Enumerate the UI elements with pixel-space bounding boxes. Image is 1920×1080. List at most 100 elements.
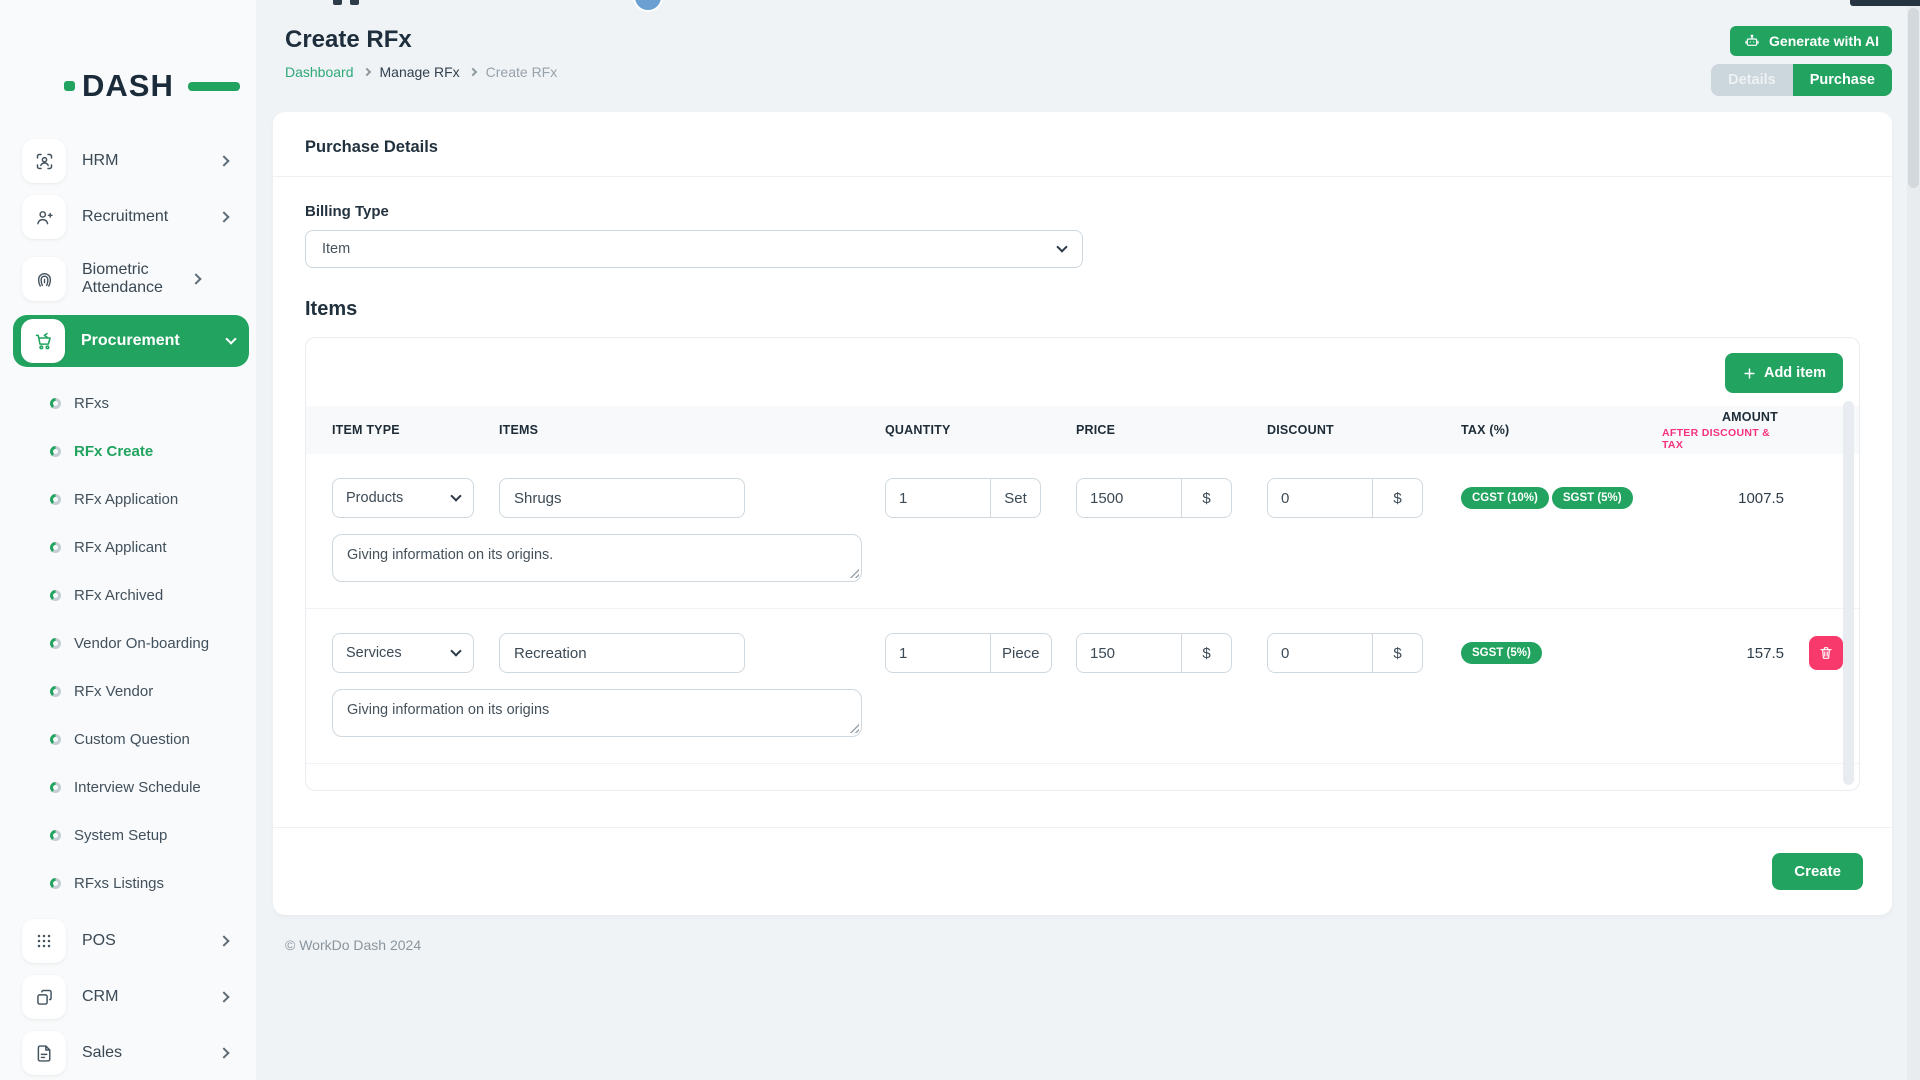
chevron-right-icon xyxy=(218,935,229,946)
sidebar-item-label: Procurement xyxy=(81,332,227,350)
sidebar-item-biometric-attendance[interactable]: Biometric Attendance xyxy=(22,251,242,307)
quantity-input[interactable] xyxy=(886,479,990,517)
tab-purchase[interactable]: Purchase xyxy=(1793,64,1892,96)
items-table-scrollbar[interactable] xyxy=(1843,401,1854,785)
sidebar-subitem-vendor-onboarding[interactable]: Vendor On-boarding xyxy=(22,619,242,667)
sidebar-subitem-rfx-vendor[interactable]: RFx Vendor xyxy=(22,667,242,715)
chevron-right-icon xyxy=(218,1047,229,1058)
bullet-icon xyxy=(50,446,61,457)
bullet-icon xyxy=(50,878,61,889)
trash-icon xyxy=(1818,645,1834,661)
breadcrumb-dashboard-link[interactable]: Dashboard xyxy=(285,64,354,80)
tax-badge: SGST (5%) xyxy=(1461,642,1542,664)
bullet-icon xyxy=(50,782,61,793)
copyright-text: © WorkDo Dash 2024 xyxy=(285,937,1892,973)
delete-item-button[interactable] xyxy=(1809,636,1843,670)
sidebar-item-pos[interactable]: POS xyxy=(22,919,242,963)
items-table-container: Add item ITEM TYPE ITEMS QUANTITY PRICE … xyxy=(305,337,1860,791)
price-input[interactable] xyxy=(1077,479,1181,517)
page-header: Create RFx Dashboard Manage RFx Create R… xyxy=(273,26,1892,96)
user-scan-icon xyxy=(22,139,66,183)
sidebar-subitem-interview-schedule[interactable]: Interview Schedule xyxy=(22,763,242,811)
tax-badge: SGST (5%) xyxy=(1552,487,1633,509)
sidebar-subitem-system-setup[interactable]: System Setup xyxy=(22,811,242,859)
column-header-discount: DISCOUNT xyxy=(1267,423,1461,437)
bullet-icon xyxy=(50,830,61,841)
breadcrumb: Dashboard Manage RFx Create RFx xyxy=(285,64,557,80)
bullet-icon xyxy=(50,542,61,553)
sidebar-subitem-rfx-application[interactable]: RFx Application xyxy=(22,475,242,523)
item-type-select[interactable]: Products xyxy=(332,478,474,518)
sidebar-subitem-rfx-create[interactable]: RFx Create xyxy=(22,427,242,475)
sidebar-item-label: CRM xyxy=(82,988,220,1006)
bullet-icon xyxy=(50,734,61,745)
chevron-right-icon xyxy=(468,68,476,76)
chevron-right-icon xyxy=(218,155,229,166)
logo-text: DASH xyxy=(82,70,174,101)
column-header-quantity: QUANTITY xyxy=(885,423,1076,437)
sidebar-item-procurement[interactable]: Procurement xyxy=(13,315,249,367)
sidebar-item-sales[interactable]: Sales xyxy=(22,1031,242,1075)
bullet-icon xyxy=(50,686,61,697)
sidebar-subitem-rfx-applicant[interactable]: RFx Applicant xyxy=(22,523,242,571)
billing-type-select[interactable]: Item xyxy=(305,230,1083,268)
price-input[interactable] xyxy=(1077,634,1181,672)
currency-suffix: $ xyxy=(1181,634,1231,672)
generate-with-ai-button[interactable]: Generate with AI xyxy=(1730,26,1892,56)
sidebar-item-recruitment[interactable]: Recruitment xyxy=(22,195,242,239)
discount-input[interactable] xyxy=(1268,479,1372,517)
amount-subheader: AFTER DISCOUNT & TAX xyxy=(1662,427,1792,451)
sidebar: DASH HRM Recruitment xyxy=(0,0,256,1080)
item-description-textarea[interactable]: Giving information on its origins xyxy=(332,689,862,737)
item-description-textarea[interactable]: Giving information on its origins. xyxy=(332,534,862,582)
add-item-button[interactable]: Add item xyxy=(1725,353,1843,393)
tab-details[interactable]: Details xyxy=(1711,64,1793,96)
item-row: Services Piece xyxy=(306,609,1859,764)
unit-suffix: Piece xyxy=(990,634,1051,672)
item-type-select[interactable]: Services xyxy=(332,633,474,673)
chevron-right-icon xyxy=(190,273,201,284)
currency-suffix: $ xyxy=(1372,634,1422,672)
discount-input[interactable] xyxy=(1268,634,1372,672)
window-scrollbar-thumb[interactable] xyxy=(1908,8,1919,188)
column-header-items: ITEMS xyxy=(499,423,885,437)
item-row: Products Set xyxy=(306,454,1859,609)
sidebar-item-hrm[interactable]: HRM xyxy=(22,139,242,183)
amount-value: 1007.5 xyxy=(1662,490,1792,507)
item-name-input[interactable] xyxy=(499,633,745,673)
sidebar-subitem-custom-question[interactable]: Custom Question xyxy=(22,715,242,763)
app-logo[interactable]: DASH xyxy=(64,70,204,101)
header-actions: Generate with AI Details Purchase xyxy=(1711,26,1892,96)
bullet-icon xyxy=(50,590,61,601)
main-content: Create RFx Dashboard Manage RFx Create R… xyxy=(256,0,1920,973)
window-scrollbar[interactable] xyxy=(1907,0,1920,1080)
create-button[interactable]: Create xyxy=(1772,853,1863,890)
card-title: Purchase Details xyxy=(273,112,1892,177)
procurement-submenu: RFxs RFx Create RFx Application RFx Appl… xyxy=(22,379,242,907)
column-header-price: PRICE xyxy=(1076,423,1267,437)
breadcrumb-current: Create RFx xyxy=(486,64,558,80)
discount-input-group: $ xyxy=(1267,633,1423,673)
quantity-input[interactable] xyxy=(886,634,990,672)
chevron-right-icon xyxy=(218,991,229,1002)
bullet-icon xyxy=(50,398,61,409)
plus-icon xyxy=(1742,366,1757,381)
user-plus-icon xyxy=(22,195,66,239)
column-header-tax: TAX (%) xyxy=(1461,423,1662,437)
chevron-down-icon xyxy=(450,645,461,656)
sidebar-item-crm[interactable]: CRM xyxy=(22,975,242,1019)
sidebar-subitem-rfxs[interactable]: RFxs xyxy=(22,379,242,427)
breadcrumb-manage-rfx-link[interactable]: Manage RFx xyxy=(380,64,460,80)
bullet-icon xyxy=(50,638,61,649)
sidebar-subitem-rfx-archived[interactable]: RFx Archived xyxy=(22,571,242,619)
topbar-cutoff-marks xyxy=(333,0,359,5)
sidebar-item-label: Sales xyxy=(82,1044,220,1062)
item-name-input[interactable] xyxy=(499,478,745,518)
sidebar-subitem-rfxs-listings[interactable]: RFxs Listings xyxy=(22,859,242,907)
column-header-amount: AMOUNT AFTER DISCOUNT & TAX xyxy=(1662,410,1792,451)
grid-dots-icon xyxy=(22,919,66,963)
price-input-group: $ xyxy=(1076,633,1232,673)
currency-suffix: $ xyxy=(1372,479,1422,517)
fingerprint-icon xyxy=(22,257,66,301)
sidebar-item-label: POS xyxy=(82,932,220,950)
